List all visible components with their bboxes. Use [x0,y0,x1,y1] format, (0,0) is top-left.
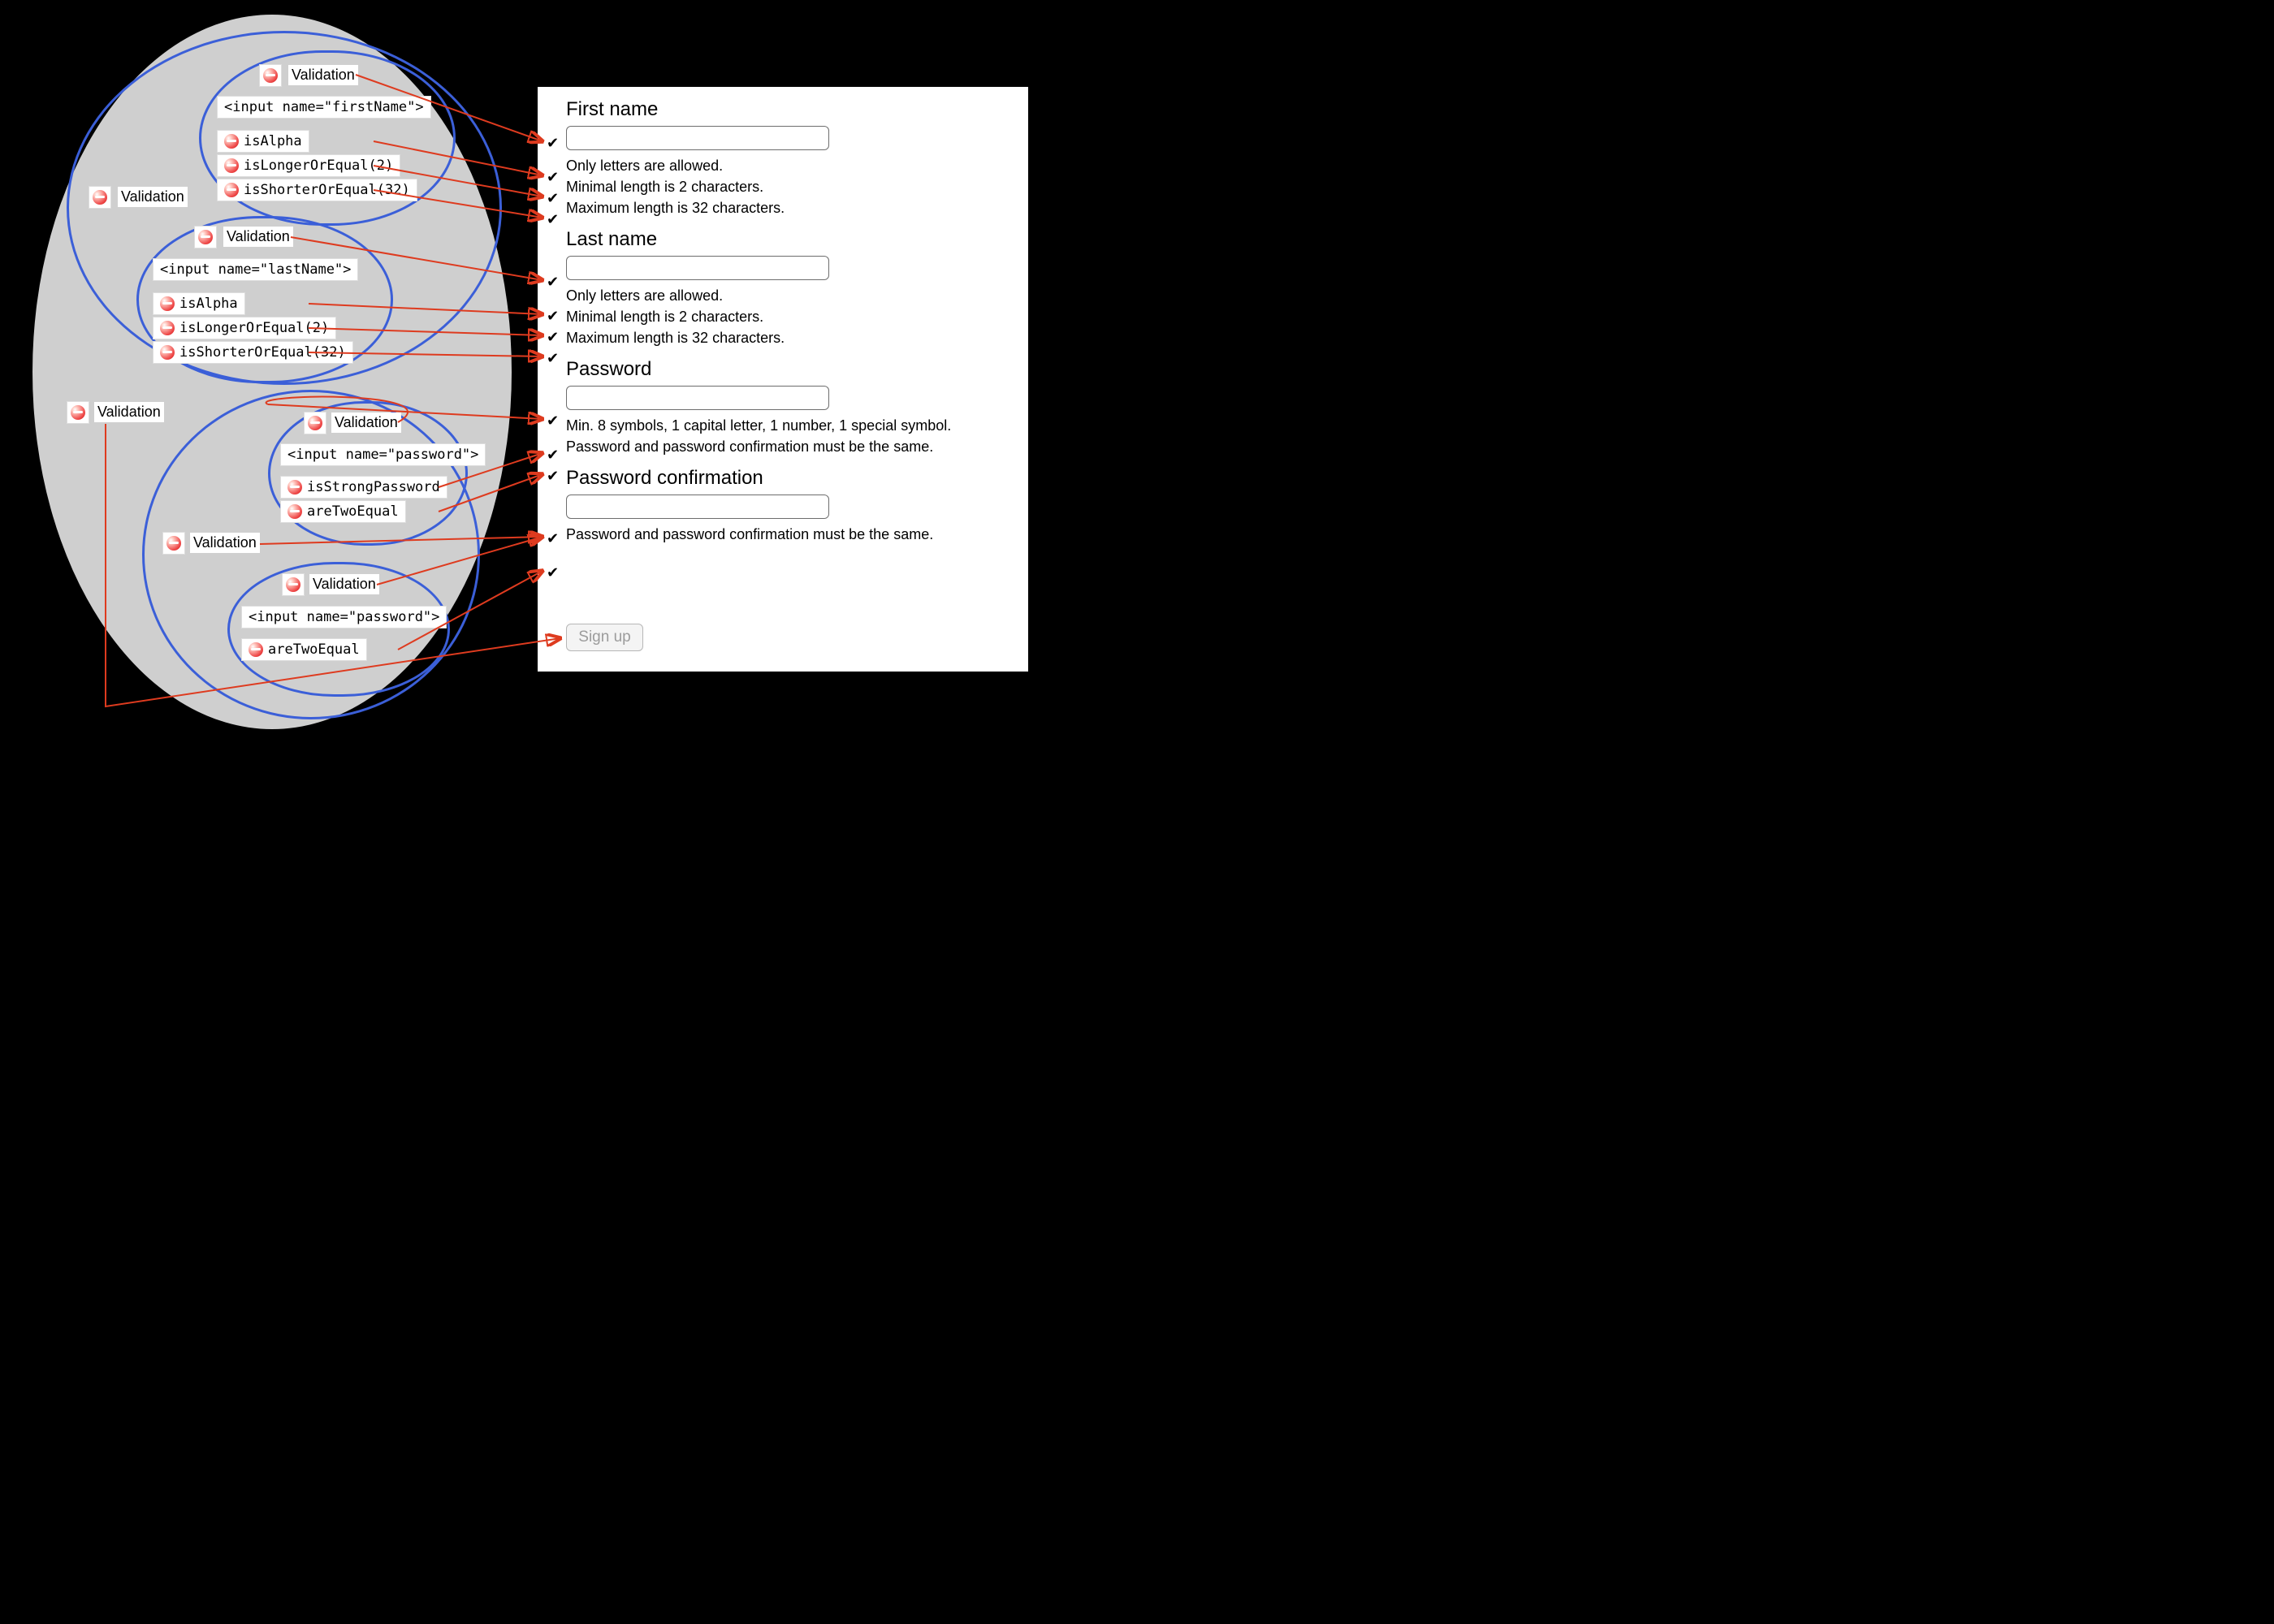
input-lastname[interactable] [566,256,829,280]
tag-rule-lastname-1: isLongerOrEqual(2) [153,317,336,339]
label-validation-bottom: Validation [190,533,260,553]
label-validation-lastname: Validation [223,227,293,247]
tag-rule-firstname-2: isShorterOrEqual(32) [217,179,417,201]
check-icon: ✔ [547,447,561,464]
check-icon: ✔ [547,190,561,207]
section-password-confirm: Password confirmation Password and passw… [566,467,1021,545]
signup-button[interactable]: Sign up [566,624,643,651]
no-entry-icon [160,321,175,335]
check-icon: ✔ [547,274,561,291]
check-icon: ✔ [547,530,561,547]
no-entry-icon [287,480,302,495]
tag-input-password: <input name="password"> [280,443,486,466]
msg-firstname-1: Minimal length is 2 characters. [566,176,1021,197]
label-validation-root: Validation [94,402,164,422]
check-icon: ✔ [547,468,561,485]
tag-rule-lastname-2: isShorterOrEqual(32) [153,341,353,364]
label-validation-firstname: Validation [288,65,358,85]
no-entry-icon [249,642,263,657]
no-entry-icon [194,226,217,248]
msg-firstname-2: Maximum length is 32 characters. [566,197,1021,218]
tag-input-lastname: <input name="lastName"> [153,258,358,281]
no-entry-icon [224,134,239,149]
heading-password: Password [566,358,1021,381]
input-firstname[interactable] [566,126,829,150]
no-entry-icon [160,345,175,360]
no-entry-icon [67,401,89,424]
check-icon: ✔ [547,308,561,325]
label-validation-password-confirm: Validation [309,574,379,594]
tag-rule-password-confirm-0: areTwoEqual [241,638,367,661]
section-firstname: First name Only letters are allowed. Min… [566,98,1021,218]
tag-input-firstname: <input name="firstName"> [217,96,431,119]
form-panel: First name Only letters are allowed. Min… [538,87,1028,672]
diagram-root: Validation Validation Validation <input … [0,0,1028,734]
check-icon: ✔ [547,135,561,152]
heading-firstname: First name [566,98,1021,121]
tag-rule-password-1: areTwoEqual [280,500,406,523]
heading-lastname: Last name [566,228,1021,251]
no-entry-icon [162,532,185,555]
no-entry-icon [89,186,111,209]
tag-rule-lastname-0: isAlpha [153,292,245,315]
msg-lastname-0: Only letters are allowed. [566,285,1021,306]
check-icon: ✔ [547,211,561,228]
check-icon: ✔ [547,412,561,430]
section-password: Password Min. 8 symbols, 1 capital lette… [566,358,1021,457]
msg-firstname-0: Only letters are allowed. [566,155,1021,176]
tag-rule-password-0: isStrongPassword [280,476,447,499]
input-password-confirm[interactable] [566,495,829,519]
label-validation-password: Validation [331,412,401,433]
msg-password-1: Password and password confirmation must … [566,436,1021,457]
heading-password-confirm: Password confirmation [566,467,1021,490]
no-entry-icon [282,573,305,596]
no-entry-icon [287,504,302,519]
label-validation-top: Validation [118,187,188,207]
no-entry-icon [259,64,282,87]
no-entry-icon [304,412,326,434]
no-entry-icon [224,183,239,197]
tag-rule-firstname-1: isLongerOrEqual(2) [217,154,400,177]
no-entry-icon [160,296,175,311]
tag-rule-firstname-0: isAlpha [217,130,309,153]
tag-input-password-confirm: <input name="password"> [241,606,447,628]
check-icon: ✔ [547,564,561,581]
no-entry-icon [224,158,239,173]
check-icon: ✔ [547,169,561,186]
msg-lastname-2: Maximum length is 32 characters. [566,327,1021,348]
check-icon: ✔ [547,350,561,367]
msg-password-0: Min. 8 symbols, 1 capital letter, 1 numb… [566,415,1021,436]
check-icon: ✔ [547,329,561,346]
msg-password-confirm-0: Password and password confirmation must … [566,524,1021,545]
input-password[interactable] [566,386,829,410]
msg-lastname-1: Minimal length is 2 characters. [566,306,1021,327]
section-lastname: Last name Only letters are allowed. Mini… [566,228,1021,348]
